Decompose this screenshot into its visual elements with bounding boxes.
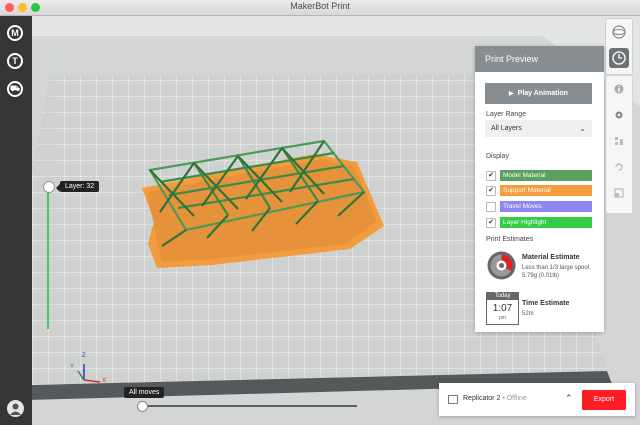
printer-selector[interactable]: Replicator 2 • Offline bbox=[463, 395, 527, 402]
printer-name: Replicator 2 bbox=[463, 395, 501, 402]
time-estimate-value: 52m bbox=[522, 311, 534, 317]
moves-slider-track[interactable] bbox=[142, 405, 357, 407]
print-preview-panel: Print Preview ▶ Play Animation Layer Rang… bbox=[475, 46, 604, 332]
view-3d-button[interactable] bbox=[609, 22, 629, 42]
display-item-support-material[interactable]: ✔ Support Material bbox=[486, 185, 593, 197]
printer-bar: Replicator 2 • Offline ⌃ Export bbox=[439, 383, 635, 416]
calendar-time: 1:07 bbox=[492, 303, 513, 314]
layer-slider-upper-track bbox=[47, 44, 49, 181]
axis-z-label: Z bbox=[82, 353, 86, 359]
user-icon bbox=[10, 403, 21, 415]
clock-icon bbox=[612, 51, 626, 65]
settings-gear-icon[interactable] bbox=[614, 110, 624, 120]
arrange-icon[interactable] bbox=[614, 136, 624, 146]
globe-icon bbox=[612, 25, 626, 39]
moves-tooltip: All moves bbox=[124, 387, 165, 398]
export-button[interactable]: Export bbox=[582, 390, 626, 410]
window-title: MakerBot Print bbox=[290, 1, 350, 11]
rotate-icon[interactable] bbox=[614, 162, 624, 172]
travel-moves-checkbox[interactable] bbox=[486, 202, 496, 212]
play-animation-button[interactable]: ▶ Play Animation bbox=[485, 83, 592, 104]
travel-moves-swatch: Travel Moves bbox=[500, 201, 592, 212]
layer-range-label: Layer Range bbox=[486, 111, 527, 118]
account-avatar[interactable] bbox=[7, 400, 24, 417]
material-estimate: Material Estimate Less than 1/3 large sp… bbox=[486, 250, 596, 284]
monitor-icon bbox=[448, 395, 458, 404]
chevron-down-icon: ⌄ bbox=[579, 124, 586, 133]
time-estimate-title: Time Estimate bbox=[522, 300, 570, 307]
play-icon: ▶ bbox=[509, 91, 514, 97]
thingiverse-icon[interactable]: T bbox=[7, 53, 23, 69]
support-material-checkbox[interactable]: ✔ bbox=[486, 186, 496, 196]
scale-icon[interactable] bbox=[614, 188, 624, 198]
calendar-icon: Today 1:07 pm bbox=[486, 292, 519, 325]
time-estimate: Today 1:07 pm Time Estimate 52m bbox=[486, 292, 596, 326]
calendar-day: Today bbox=[487, 293, 518, 300]
side-tools-toolbar bbox=[605, 75, 633, 214]
view-mode-toolbar bbox=[605, 18, 633, 75]
material-estimate-spool: Less than 1/3 large spool bbox=[522, 265, 590, 271]
left-sidebar: M T ⛟ bbox=[0, 16, 32, 425]
layer-tooltip: Layer: 32 bbox=[55, 181, 100, 192]
layer-range-select[interactable]: All Layers ⌄ bbox=[485, 120, 592, 137]
printer-status: • Offline bbox=[502, 395, 527, 402]
spool-icon bbox=[487, 251, 516, 280]
play-animation-label: Play Animation bbox=[517, 90, 568, 97]
model-material-swatch: Model Material bbox=[500, 170, 592, 181]
moves-slider-handle[interactable] bbox=[137, 401, 148, 412]
makerbot-logo-icon[interactable]: M bbox=[7, 25, 23, 41]
print-estimates-label: Print Estimates bbox=[486, 236, 534, 243]
calendar-ampm: pm bbox=[499, 315, 506, 321]
display-label: Display bbox=[486, 153, 509, 160]
display-item-layer-highlight[interactable]: ✔ Layer Highlight bbox=[486, 217, 593, 229]
model-material-checkbox[interactable]: ✔ bbox=[486, 171, 496, 181]
layer-range-value: All Layers bbox=[491, 125, 522, 132]
layer-highlight-swatch: Layer Highlight bbox=[500, 217, 592, 228]
layer-highlight-checkbox[interactable]: ✔ bbox=[486, 218, 496, 228]
axis-x-label: X bbox=[102, 378, 107, 384]
material-estimate-weight: 5.79g (0.01lb) bbox=[522, 273, 560, 279]
info-icon[interactable] bbox=[614, 84, 624, 94]
material-estimate-title: Material Estimate bbox=[522, 254, 580, 261]
display-item-travel-moves[interactable]: Travel Moves bbox=[486, 201, 593, 213]
window-titlebar: MakerBot Print bbox=[0, 0, 640, 16]
panel-title: Print Preview bbox=[475, 46, 604, 72]
print-preview-button[interactable] bbox=[609, 48, 629, 68]
display-item-model-material[interactable]: ✔ Model Material bbox=[486, 170, 593, 182]
cart-icon[interactable]: ⛟ bbox=[7, 81, 23, 97]
layer-slider-handle[interactable] bbox=[43, 181, 55, 193]
chevron-up-icon[interactable]: ⌃ bbox=[565, 393, 573, 404]
axis-y-label: Y bbox=[70, 364, 75, 370]
support-material-swatch: Support Material bbox=[500, 185, 592, 196]
